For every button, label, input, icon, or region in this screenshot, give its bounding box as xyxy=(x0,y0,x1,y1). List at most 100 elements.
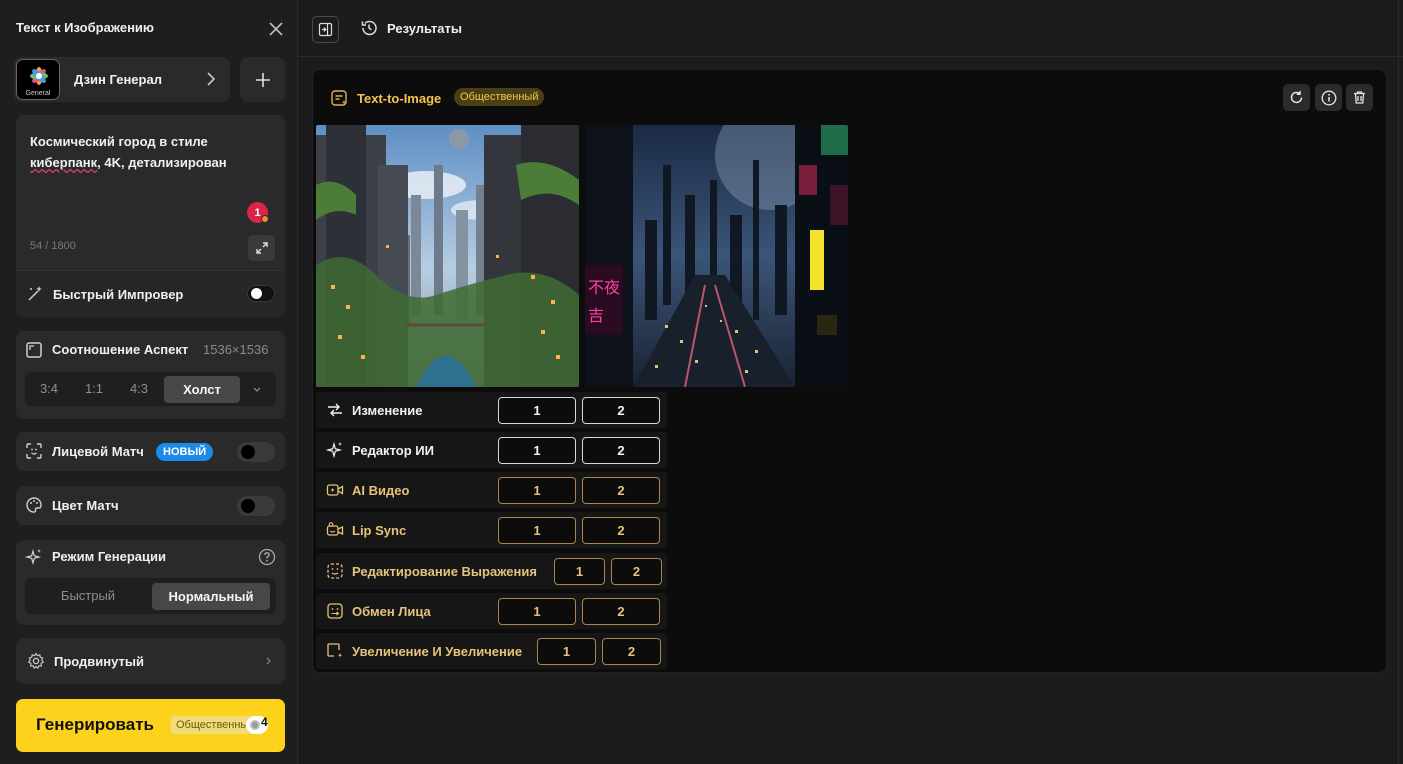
prompt-line-2: , 4K, детализирован xyxy=(97,155,227,170)
sidebar-title: Текст к Изображению xyxy=(16,20,155,35)
chevron-right-icon xyxy=(204,71,218,87)
action-upscale-image-2-button[interactable]: 2 xyxy=(602,638,661,665)
face-match-toggle[interactable] xyxy=(237,442,275,462)
advanced-label: Продвинутый xyxy=(54,654,144,669)
action-row-upscale: Увеличение И Увеличение 1 2 xyxy=(316,633,667,669)
action-face-swap-image-1-button[interactable]: 1 xyxy=(498,598,576,625)
action-expression-image-2-button[interactable]: 2 xyxy=(611,558,662,585)
flower-logo-icon xyxy=(30,67,48,85)
action-row-edit: Изменение 1 2 xyxy=(316,392,667,428)
model-selector[interactable]: General Дзин Генерал xyxy=(14,57,230,102)
expand-button[interactable] xyxy=(248,235,275,261)
delete-button[interactable] xyxy=(1346,84,1373,111)
gear-icon xyxy=(27,652,45,670)
action-label: Редактирование Выражения xyxy=(352,564,537,579)
generate-button[interactable]: Генерировать Общественный 4 xyxy=(16,699,285,752)
history-icon xyxy=(360,19,378,37)
char-count: 54 / 1800 xyxy=(30,240,76,252)
quick-improver-row: Быстрый Импровер xyxy=(16,270,285,317)
sparkle-icon xyxy=(24,548,43,566)
right-divider xyxy=(1398,0,1399,764)
generation-mode-selector: Быстрый Нормальный xyxy=(25,578,276,614)
action-ai-video-image-2-button[interactable]: 2 xyxy=(582,477,660,504)
prompt-input[interactable]: Космический город в стиле киберпанк, 4K,… xyxy=(16,115,285,270)
flagged-word: киберпанк xyxy=(30,155,98,170)
aspect-ratio-card: Соотношение Аспект 1536×1536 3:4 1:1 4:3… xyxy=(16,331,285,419)
aspect-option-1-1[interactable]: 1:1 xyxy=(75,372,113,406)
magic-wand-icon xyxy=(26,285,44,303)
result-image-1[interactable] xyxy=(316,125,579,387)
action-expression-image-1-button[interactable]: 1 xyxy=(554,558,605,585)
regenerate-button[interactable] xyxy=(1283,84,1310,111)
action-face-swap-image-2-button[interactable]: 2 xyxy=(582,598,660,625)
action-row-expression-edit: Редактирование Выражения 1 2 xyxy=(316,553,667,589)
generate-count: 4 xyxy=(261,715,268,729)
svg-text:吉: 吉 xyxy=(588,306,604,325)
action-label: Lip Sync xyxy=(352,523,407,538)
aspect-option-4-3[interactable]: 4:3 xyxy=(119,372,159,406)
action-label: Обмен Лица xyxy=(352,604,431,619)
aspect-ratio-label: Соотношение Аспект xyxy=(52,342,189,357)
lipsync-icon xyxy=(326,521,344,539)
action-lip-sync-image-1-button[interactable]: 1 xyxy=(498,517,576,544)
action-ai-video-image-1-button[interactable]: 1 xyxy=(498,477,576,504)
action-ai-editor-image-2-button[interactable]: 2 xyxy=(582,437,660,464)
face-match-label: Лицевой Матч xyxy=(52,444,144,459)
action-row-ai-video: AI Видео 1 2 xyxy=(316,472,667,508)
face-edit-icon xyxy=(326,562,344,580)
panel-collapse-icon xyxy=(318,22,333,37)
close-icon[interactable] xyxy=(266,19,286,39)
face-match-row: Лицевой Матч НОВЫЙ xyxy=(16,432,285,471)
action-upscale-image-1-button[interactable]: 1 xyxy=(537,638,596,665)
action-row-ai-editor: Редактор ИИ 1 2 xyxy=(316,432,667,468)
plus-icon xyxy=(255,72,270,87)
prompt-line-1: Космический город в стиле xyxy=(30,134,208,149)
chevron-right-icon xyxy=(265,654,273,668)
panel-toggle-button[interactable] xyxy=(312,16,339,43)
action-lip-sync-image-2-button[interactable]: 2 xyxy=(582,517,660,544)
aspect-option-canvas[interactable]: Холст xyxy=(164,376,240,403)
mode-normal[interactable]: Нормальный xyxy=(152,583,270,610)
aspect-ratio-selector: 3:4 1:1 4:3 Холст xyxy=(25,372,276,406)
refresh-icon xyxy=(1290,91,1303,104)
action-label: Изменение xyxy=(352,403,423,418)
sidebar: Текст к Изображению General Дзин Генерал xyxy=(0,0,298,764)
color-match-toggle[interactable] xyxy=(237,496,275,516)
quick-improver-toggle[interactable] xyxy=(247,285,275,302)
info-button[interactable] xyxy=(1315,84,1342,111)
action-label: Редактор ИИ xyxy=(352,443,434,458)
model-name: Дзин Генерал xyxy=(74,72,162,87)
add-model-button[interactable] xyxy=(240,57,285,102)
chevron-down-icon[interactable] xyxy=(251,383,263,395)
trash-icon xyxy=(1354,91,1365,104)
color-match-row: Цвет Матч xyxy=(16,486,285,525)
top-bar: Результаты xyxy=(298,0,1403,57)
mode-fast[interactable]: Быстрый xyxy=(29,578,147,614)
aspect-ratio-icon xyxy=(25,341,43,359)
action-row-lip-sync: Lip Sync 1 2 xyxy=(316,512,667,548)
action-edit-image-1-button[interactable]: 1 xyxy=(498,397,576,424)
action-label: Увеличение И Увеличение xyxy=(352,644,523,659)
action-row-face-swap: Обмен Лица 1 2 xyxy=(316,593,667,629)
arrow-right-icon xyxy=(326,401,344,419)
task-title: Text-to-Image xyxy=(357,91,442,106)
generation-mode-card: Режим Генерации Быстрый Нормальный xyxy=(16,540,285,625)
action-ai-editor-image-1-button[interactable]: 1 xyxy=(498,437,576,464)
upscale-icon xyxy=(326,642,344,660)
aspect-option-3-4[interactable]: 3:4 xyxy=(29,372,69,406)
text-image-icon xyxy=(330,89,348,107)
palette-icon xyxy=(25,496,43,514)
result-card: Text-to-Image Общественный 不夜 吉 Изменени… xyxy=(312,69,1387,673)
results-tab[interactable]: Результаты xyxy=(387,21,462,36)
advanced-row[interactable]: Продвинутый xyxy=(16,638,285,684)
notification-dot xyxy=(261,215,269,223)
model-avatar-label: General xyxy=(25,90,51,97)
action-edit-image-2-button[interactable]: 2 xyxy=(582,397,660,424)
prompt-text[interactable]: Космический город в стиле киберпанк, 4K,… xyxy=(30,131,260,173)
model-avatar: General xyxy=(16,59,60,100)
face-scan-icon xyxy=(25,442,43,460)
result-image-2[interactable]: 不夜 吉 xyxy=(585,125,848,387)
video-icon xyxy=(326,481,344,499)
help-icon[interactable] xyxy=(258,548,276,566)
expand-icon xyxy=(255,242,268,254)
